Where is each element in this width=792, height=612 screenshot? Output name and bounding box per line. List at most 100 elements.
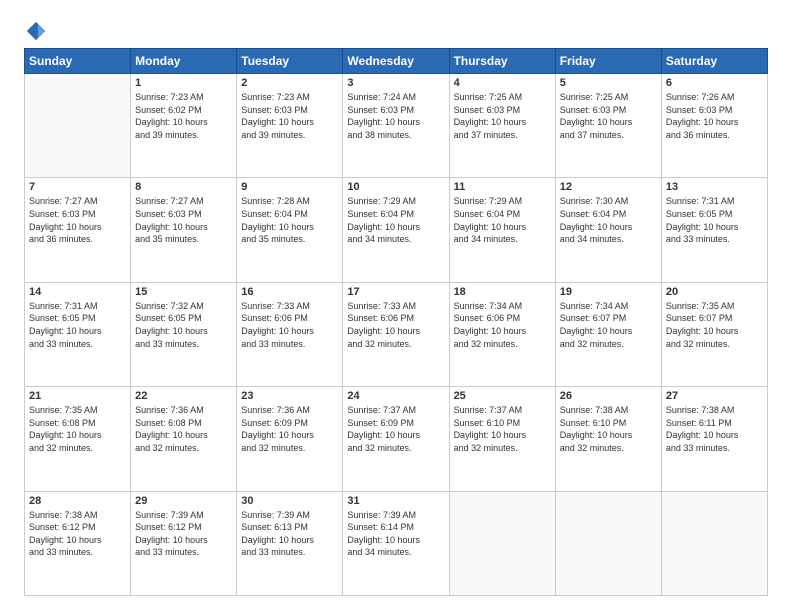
calendar-cell: 18 Sunrise: 7:34 AM Sunset: 6:06 PM Dayli… <box>449 282 555 386</box>
day-info: Sunrise: 7:31 AM Sunset: 6:05 PM Dayligh… <box>666 195 763 245</box>
day-info: Sunrise: 7:33 AM Sunset: 6:06 PM Dayligh… <box>347 300 444 350</box>
day-info: Sunrise: 7:34 AM Sunset: 6:07 PM Dayligh… <box>560 300 657 350</box>
calendar-week-row: 7 Sunrise: 7:27 AM Sunset: 6:03 PM Daylig… <box>25 178 768 282</box>
day-info: Sunrise: 7:35 AM Sunset: 6:07 PM Dayligh… <box>666 300 763 350</box>
calendar-week-row: 21 Sunrise: 7:35 AM Sunset: 6:08 PM Dayli… <box>25 387 768 491</box>
calendar-cell: 1 Sunrise: 7:23 AM Sunset: 6:02 PM Daylig… <box>131 74 237 178</box>
day-info: Sunrise: 7:39 AM Sunset: 6:13 PM Dayligh… <box>241 509 338 559</box>
day-number: 14 <box>29 286 126 298</box>
day-info: Sunrise: 7:29 AM Sunset: 6:04 PM Dayligh… <box>454 195 551 245</box>
day-info: Sunrise: 7:23 AM Sunset: 6:03 PM Dayligh… <box>241 91 338 141</box>
calendar-cell: 13 Sunrise: 7:31 AM Sunset: 6:05 PM Dayli… <box>661 178 767 282</box>
day-info: Sunrise: 7:38 AM Sunset: 6:12 PM Dayligh… <box>29 509 126 559</box>
logo-icon <box>25 20 47 42</box>
day-info: Sunrise: 7:32 AM Sunset: 6:05 PM Dayligh… <box>135 300 232 350</box>
calendar-cell <box>449 491 555 595</box>
day-number: 31 <box>347 495 444 507</box>
calendar-cell: 4 Sunrise: 7:25 AM Sunset: 6:03 PM Daylig… <box>449 74 555 178</box>
day-info: Sunrise: 7:39 AM Sunset: 6:14 PM Dayligh… <box>347 509 444 559</box>
day-info: Sunrise: 7:30 AM Sunset: 6:04 PM Dayligh… <box>560 195 657 245</box>
day-number: 23 <box>241 390 338 402</box>
day-number: 24 <box>347 390 444 402</box>
day-number: 19 <box>560 286 657 298</box>
day-info: Sunrise: 7:37 AM Sunset: 6:09 PM Dayligh… <box>347 404 444 454</box>
day-number: 4 <box>454 77 551 89</box>
calendar-cell: 15 Sunrise: 7:32 AM Sunset: 6:05 PM Dayli… <box>131 282 237 386</box>
day-number: 6 <box>666 77 763 89</box>
day-number: 16 <box>241 286 338 298</box>
day-info: Sunrise: 7:38 AM Sunset: 6:11 PM Dayligh… <box>666 404 763 454</box>
header <box>24 20 768 38</box>
calendar-cell: 3 Sunrise: 7:24 AM Sunset: 6:03 PM Daylig… <box>343 74 449 178</box>
calendar-body: 1 Sunrise: 7:23 AM Sunset: 6:02 PM Daylig… <box>25 74 768 596</box>
calendar-page: SundayMondayTuesdayWednesdayThursdayFrid… <box>0 0 792 612</box>
calendar-cell: 20 Sunrise: 7:35 AM Sunset: 6:07 PM Dayli… <box>661 282 767 386</box>
weekday-header-cell: Wednesday <box>343 49 449 74</box>
calendar-cell: 16 Sunrise: 7:33 AM Sunset: 6:06 PM Dayli… <box>237 282 343 386</box>
calendar-cell: 24 Sunrise: 7:37 AM Sunset: 6:09 PM Dayli… <box>343 387 449 491</box>
weekday-header-cell: Friday <box>555 49 661 74</box>
weekday-header-cell: Thursday <box>449 49 555 74</box>
day-number: 5 <box>560 77 657 89</box>
calendar-cell <box>661 491 767 595</box>
calendar-cell: 6 Sunrise: 7:26 AM Sunset: 6:03 PM Daylig… <box>661 74 767 178</box>
calendar-table: SundayMondayTuesdayWednesdayThursdayFrid… <box>24 48 768 596</box>
weekday-header-cell: Tuesday <box>237 49 343 74</box>
day-info: Sunrise: 7:25 AM Sunset: 6:03 PM Dayligh… <box>454 91 551 141</box>
day-info: Sunrise: 7:24 AM Sunset: 6:03 PM Dayligh… <box>347 91 444 141</box>
day-number: 7 <box>29 181 126 193</box>
weekday-header-row: SundayMondayTuesdayWednesdayThursdayFrid… <box>25 49 768 74</box>
day-info: Sunrise: 7:39 AM Sunset: 6:12 PM Dayligh… <box>135 509 232 559</box>
day-number: 18 <box>454 286 551 298</box>
day-number: 9 <box>241 181 338 193</box>
logo <box>24 20 47 38</box>
day-number: 12 <box>560 181 657 193</box>
day-number: 3 <box>347 77 444 89</box>
day-number: 15 <box>135 286 232 298</box>
day-number: 8 <box>135 181 232 193</box>
calendar-cell: 14 Sunrise: 7:31 AM Sunset: 6:05 PM Dayli… <box>25 282 131 386</box>
day-info: Sunrise: 7:25 AM Sunset: 6:03 PM Dayligh… <box>560 91 657 141</box>
day-number: 20 <box>666 286 763 298</box>
day-number: 27 <box>666 390 763 402</box>
day-info: Sunrise: 7:38 AM Sunset: 6:10 PM Dayligh… <box>560 404 657 454</box>
calendar-cell: 5 Sunrise: 7:25 AM Sunset: 6:03 PM Daylig… <box>555 74 661 178</box>
calendar-cell: 21 Sunrise: 7:35 AM Sunset: 6:08 PM Dayli… <box>25 387 131 491</box>
weekday-header-cell: Saturday <box>661 49 767 74</box>
day-info: Sunrise: 7:31 AM Sunset: 6:05 PM Dayligh… <box>29 300 126 350</box>
calendar-cell: 10 Sunrise: 7:29 AM Sunset: 6:04 PM Dayli… <box>343 178 449 282</box>
calendar-cell: 19 Sunrise: 7:34 AM Sunset: 6:07 PM Dayli… <box>555 282 661 386</box>
day-number: 1 <box>135 77 232 89</box>
day-number: 11 <box>454 181 551 193</box>
calendar-cell: 11 Sunrise: 7:29 AM Sunset: 6:04 PM Dayli… <box>449 178 555 282</box>
calendar-cell: 23Sunrise: 7:36 AM Sunset: 6:09 PM Dayli… <box>237 387 343 491</box>
day-info: Sunrise: 7:35 AM Sunset: 6:08 PM Dayligh… <box>29 404 126 454</box>
day-number: 21 <box>29 390 126 402</box>
calendar-cell: 30 Sunrise: 7:39 AM Sunset: 6:13 PM Dayli… <box>237 491 343 595</box>
calendar-cell: 31 Sunrise: 7:39 AM Sunset: 6:14 PM Dayli… <box>343 491 449 595</box>
day-number: 30 <box>241 495 338 507</box>
calendar-cell: 8Sunrise: 7:27 AM Sunset: 6:03 PM Daylig… <box>131 178 237 282</box>
calendar-cell: 29 Sunrise: 7:39 AM Sunset: 6:12 PM Dayli… <box>131 491 237 595</box>
day-number: 10 <box>347 181 444 193</box>
day-info: Sunrise: 7:27 AM Sunset: 6:03 PM Dayligh… <box>29 195 126 245</box>
calendar-cell <box>25 74 131 178</box>
calendar-week-row: 1 Sunrise: 7:23 AM Sunset: 6:02 PM Daylig… <box>25 74 768 178</box>
calendar-cell: 17Sunrise: 7:33 AM Sunset: 6:06 PM Dayli… <box>343 282 449 386</box>
calendar-cell: 27 Sunrise: 7:38 AM Sunset: 6:11 PM Dayli… <box>661 387 767 491</box>
calendar-cell: 12 Sunrise: 7:30 AM Sunset: 6:04 PM Dayli… <box>555 178 661 282</box>
day-info: Sunrise: 7:37 AM Sunset: 6:10 PM Dayligh… <box>454 404 551 454</box>
day-number: 2 <box>241 77 338 89</box>
day-info: Sunrise: 7:26 AM Sunset: 6:03 PM Dayligh… <box>666 91 763 141</box>
calendar-cell <box>555 491 661 595</box>
day-number: 13 <box>666 181 763 193</box>
calendar-cell: 2 Sunrise: 7:23 AM Sunset: 6:03 PM Daylig… <box>237 74 343 178</box>
day-info: Sunrise: 7:29 AM Sunset: 6:04 PM Dayligh… <box>347 195 444 245</box>
calendar-week-row: 14 Sunrise: 7:31 AM Sunset: 6:05 PM Dayli… <box>25 282 768 386</box>
day-number: 22 <box>135 390 232 402</box>
day-info: Sunrise: 7:33 AM Sunset: 6:06 PM Dayligh… <box>241 300 338 350</box>
calendar-cell: 7 Sunrise: 7:27 AM Sunset: 6:03 PM Daylig… <box>25 178 131 282</box>
day-number: 29 <box>135 495 232 507</box>
day-info: Sunrise: 7:34 AM Sunset: 6:06 PM Dayligh… <box>454 300 551 350</box>
day-info: Sunrise: 7:23 AM Sunset: 6:02 PM Dayligh… <box>135 91 232 141</box>
